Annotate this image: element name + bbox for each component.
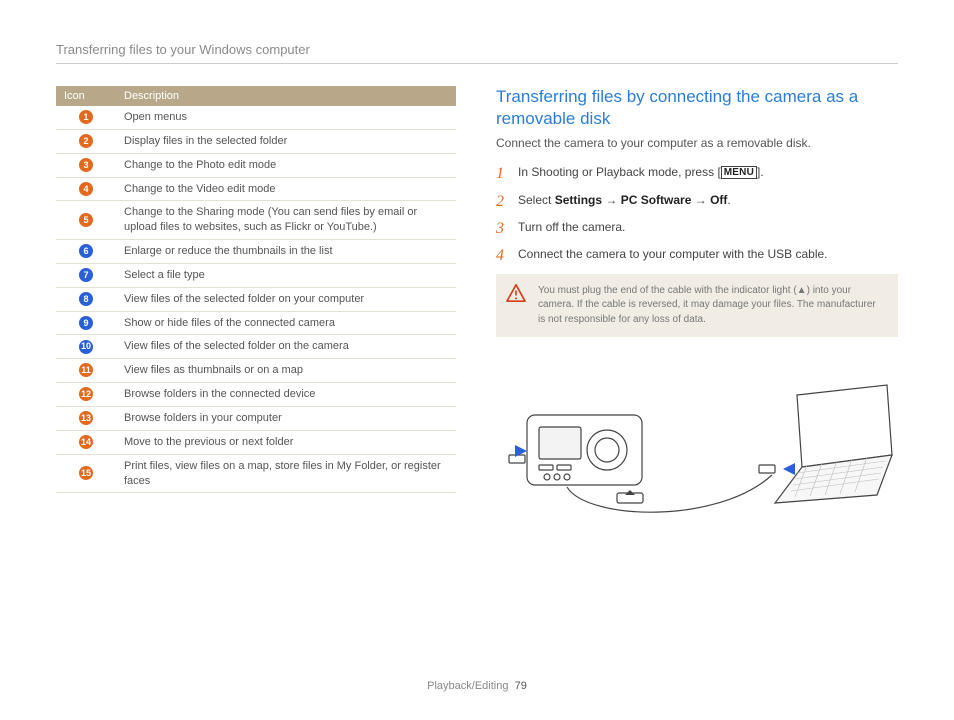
step-2: Select Settings → PC Software → Off. (496, 192, 898, 209)
section-title: Transferring files by connecting the cam… (496, 86, 898, 130)
table-row: 4 Change to the Video edit mode (56, 177, 456, 201)
table-row: 7 Select a file type (56, 263, 456, 287)
warning-callout: You must plug the end of the cable with … (496, 274, 898, 338)
table-row: 11 View files as thumbnails or on a map (56, 359, 456, 383)
step-1: In Shooting or Playback mode, press [MEN… (496, 164, 898, 181)
icon-cell: 8 (56, 287, 116, 311)
table-row: 5 Change to the Sharing mode (You can sen… (56, 201, 456, 240)
page-footer: Playback/Editing 79 (0, 680, 954, 692)
table-row: 15 Print files, view files on a map, stor… (56, 454, 456, 493)
footer-section: Playback/Editing (427, 680, 508, 692)
icon-cell: 14 (56, 430, 116, 454)
numbered-circle-icon: 2 (79, 134, 93, 148)
content-columns: Icon Description 1 Open menus 2 Display fil… (56, 86, 898, 525)
numbered-circle-icon: 7 (79, 268, 93, 282)
connection-illustration (496, 355, 898, 525)
numbered-circle-icon: 1 (79, 110, 93, 124)
desc-cell: Change to the Photo edit mode (116, 153, 456, 177)
table-row: 14 Move to the previous or next folder (56, 430, 456, 454)
numbered-circle-icon: 15 (79, 466, 93, 480)
table-row: 10 View files of the selected folder on t… (56, 335, 456, 359)
numbered-circle-icon: 6 (79, 244, 93, 258)
desc-cell: Display files in the selected folder (116, 129, 456, 153)
table-row: 9 Show or hide files of the connected cam… (56, 311, 456, 335)
icon-cell: 12 (56, 383, 116, 407)
step-1-text-a: In Shooting or Playback mode, press [ (518, 165, 721, 179)
icon-cell: 5 (56, 201, 116, 240)
desc-cell: Change to the Sharing mode (You can send… (116, 201, 456, 240)
numbered-circle-icon: 8 (79, 292, 93, 306)
desc-cell: View files of the selected folder on the… (116, 335, 456, 359)
desc-cell: Enlarge or reduce the thumbnails in the … (116, 240, 456, 264)
footer-page: 79 (515, 680, 527, 692)
desc-cell: Change to the Video edit mode (116, 177, 456, 201)
icon-cell: 4 (56, 177, 116, 201)
icon-cell: 6 (56, 240, 116, 264)
step-2-off: Off (710, 193, 727, 207)
step-3: Turn off the camera. (496, 219, 898, 236)
table-row: 1 Open menus (56, 106, 456, 129)
desc-cell: Browse folders in your computer (116, 406, 456, 430)
th-desc: Description (116, 86, 456, 106)
icon-cell: 1 (56, 106, 116, 129)
table-row: 3 Change to the Photo edit mode (56, 153, 456, 177)
icon-cell: 3 (56, 153, 116, 177)
numbered-circle-icon: 11 (79, 363, 93, 377)
desc-cell: Browse folders in the connected device (116, 383, 456, 407)
numbered-circle-icon: 3 (79, 158, 93, 172)
numbered-circle-icon: 5 (79, 213, 93, 227)
desc-cell: Open menus (116, 106, 456, 129)
desc-cell: Select a file type (116, 263, 456, 287)
numbered-circle-icon: 9 (79, 316, 93, 330)
section-intro: Connect the camera to your computer as a… (496, 136, 898, 150)
desc-cell: Move to the previous or next folder (116, 430, 456, 454)
icon-cell: 9 (56, 311, 116, 335)
step-2-settings: Settings (555, 193, 602, 207)
step-1-text-b: ]. (757, 165, 764, 179)
menu-button-label: MENU (721, 166, 757, 179)
numbered-circle-icon: 4 (79, 182, 93, 196)
desc-cell: View files of the selected folder on you… (116, 287, 456, 311)
right-column: Transferring files by connecting the cam… (496, 86, 898, 525)
step-4: Connect the camera to your computer with… (496, 246, 898, 263)
icon-cell: 2 (56, 129, 116, 153)
steps-list: In Shooting or Playback mode, press [MEN… (496, 164, 898, 264)
step-2-a: Select (518, 193, 555, 207)
table-row: 13 Browse folders in your computer (56, 406, 456, 430)
warning-text: You must plug the end of the cable with … (538, 285, 876, 325)
icon-description-table: Icon Description 1 Open menus 2 Display fil… (56, 86, 456, 493)
table-row: 8 View files of the selected folder on yo… (56, 287, 456, 311)
icon-cell: 10 (56, 335, 116, 359)
icon-cell: 7 (56, 263, 116, 287)
icon-cell: 13 (56, 406, 116, 430)
numbered-circle-icon: 12 (79, 387, 93, 401)
warning-icon (506, 284, 526, 302)
step-2-pcsoftware: PC Software (621, 193, 692, 207)
step-2-arrow1: → (602, 193, 621, 207)
desc-cell: View files as thumbnails or on a map (116, 359, 456, 383)
table-row: 6 Enlarge or reduce the thumbnails in the… (56, 240, 456, 264)
desc-cell: Print files, view files on a map, store … (116, 454, 456, 493)
page-header: Transferring files to your Windows compu… (56, 42, 898, 57)
numbered-circle-icon: 10 (79, 340, 93, 354)
icon-cell: 11 (56, 359, 116, 383)
step-2-arrow2: → (691, 193, 710, 207)
desc-cell: Show or hide files of the connected came… (116, 311, 456, 335)
icon-cell: 15 (56, 454, 116, 493)
numbered-circle-icon: 14 (79, 435, 93, 449)
numbered-circle-icon: 13 (79, 411, 93, 425)
table-row: 12 Browse folders in the connected device (56, 383, 456, 407)
step-2-c: . (727, 193, 730, 207)
table-row: 2 Display files in the selected folder (56, 129, 456, 153)
header-rule (56, 63, 898, 64)
left-column: Icon Description 1 Open menus 2 Display fil… (56, 86, 456, 525)
th-icon: Icon (56, 86, 116, 106)
